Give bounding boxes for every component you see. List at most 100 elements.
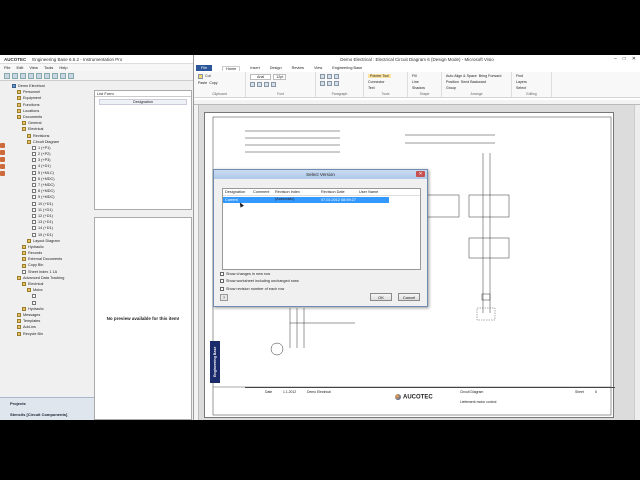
tab-engineering-base[interactable]: Engineering Base xyxy=(332,66,362,70)
group-button[interactable]: Group xyxy=(446,86,456,90)
position-button[interactable]: Position xyxy=(446,80,459,84)
properties-icon[interactable] xyxy=(60,72,66,79)
document-icon xyxy=(32,300,36,305)
designation-column-header[interactable]: Designation xyxy=(99,99,187,105)
underline-icon[interactable] xyxy=(264,82,269,87)
paste-button[interactable]: Paste xyxy=(198,81,207,85)
row-comment xyxy=(251,197,273,203)
clipboard-group-label: Clipboard xyxy=(212,92,227,96)
copy-icon[interactable] xyxy=(36,72,42,79)
close-icon[interactable]: ✕ xyxy=(632,56,636,62)
document-icon xyxy=(32,152,36,157)
dialog-close-icon[interactable]: ✕ xyxy=(416,171,425,177)
refresh-icon[interactable] xyxy=(68,72,74,79)
doc-type: Circuit Diagram xyxy=(460,390,484,394)
fill-button[interactable]: Fill xyxy=(412,74,417,78)
new-icon[interactable] xyxy=(4,72,10,79)
menu-tools[interactable]: Tools xyxy=(44,65,53,70)
table-row[interactable]: Current Version 07.02.2012 08:59:27 xyxy=(223,197,389,208)
eb-window-title: Engineering Base 6.5.2 - Instrumentation… xyxy=(32,56,123,62)
find-button[interactable]: Find xyxy=(516,74,523,78)
tab-file[interactable]: File xyxy=(196,65,213,71)
paragraph-group-label: Paragraph xyxy=(331,92,348,96)
folder-icon xyxy=(17,90,21,95)
cancel-button[interactable]: Cancel xyxy=(398,293,420,301)
vertical-scrollbar[interactable] xyxy=(634,105,640,420)
row-user xyxy=(359,197,389,203)
checkbox[interactable] xyxy=(220,271,224,276)
menu-help[interactable]: Help xyxy=(59,65,67,70)
horizontal-ruler xyxy=(194,100,640,105)
folder-icon xyxy=(27,288,31,293)
italic-icon[interactable] xyxy=(257,82,262,87)
document-icon xyxy=(22,269,26,274)
document-icon xyxy=(32,214,36,219)
checkbox[interactable] xyxy=(220,286,224,291)
layers-button[interactable]: Layers xyxy=(516,80,527,84)
menu-file[interactable]: File xyxy=(4,65,10,70)
maximize-icon[interactable]: □ xyxy=(623,56,626,62)
auto-align-button[interactable]: Auto Align & Space xyxy=(446,74,477,78)
tab-design[interactable]: Design xyxy=(270,66,282,70)
align-left-icon[interactable] xyxy=(320,81,325,86)
font-size-select[interactable]: 12pt xyxy=(273,74,287,80)
delete-icon[interactable] xyxy=(52,72,58,79)
visio-title-bar: Demo Electrical : Electrical Circuit Dia… xyxy=(194,55,640,64)
connector-button[interactable]: Connector xyxy=(368,80,385,84)
shadow-button[interactable]: Shadow xyxy=(412,86,425,90)
align-middle-icon[interactable] xyxy=(327,74,332,79)
folder-icon xyxy=(17,96,21,101)
copy-button[interactable]: Copy xyxy=(209,81,217,85)
option-show-changes[interactable]: Show changes in new row xyxy=(220,270,299,278)
pointer-tool-button[interactable]: Pointer Tool xyxy=(368,74,391,78)
help-button[interactable]: ? xyxy=(220,294,228,301)
tab-view[interactable]: View xyxy=(314,66,322,70)
folder-icon xyxy=(27,133,31,138)
folder-icon xyxy=(17,108,21,113)
open-icon[interactable] xyxy=(12,72,18,79)
tab-review[interactable]: Review xyxy=(292,66,304,70)
document-icon xyxy=(32,207,36,212)
list-form-panel: List Form Designation xyxy=(94,90,192,210)
font-color-icon[interactable] xyxy=(271,82,276,87)
tab-home[interactable]: Home xyxy=(222,65,241,71)
paste-icon[interactable] xyxy=(198,74,203,79)
engineering-base-vertical-label: Engineering Base xyxy=(210,341,220,383)
folder-icon xyxy=(17,115,21,120)
checkbox[interactable] xyxy=(220,279,224,284)
align-top-icon[interactable] xyxy=(320,74,325,79)
save-icon[interactable] xyxy=(20,72,26,79)
document-icon xyxy=(32,183,36,188)
col-user-name[interactable]: User Name xyxy=(357,189,387,195)
option-show-unchanged[interactable]: Show worksheet including unchanged rows xyxy=(220,278,299,286)
option-show-revision-number[interactable]: Show revision number of each row xyxy=(220,285,299,293)
stencils-tab[interactable]: Stencils [Circuit Components] xyxy=(0,409,94,420)
align-right-icon[interactable] xyxy=(334,81,339,86)
col-revision-date[interactable]: Revision Date xyxy=(319,189,357,195)
col-designation[interactable]: Designation xyxy=(223,189,251,195)
tree-item[interactable]: Recycle Bin xyxy=(2,331,92,337)
paste-icon[interactable] xyxy=(44,72,50,79)
col-comment[interactable]: Comment xyxy=(251,189,273,195)
cut-icon[interactable] xyxy=(28,72,34,79)
projects-tab[interactable]: Projects xyxy=(0,398,94,409)
col-revision-index[interactable]: Revision Index (Automatic) xyxy=(273,189,319,201)
align-center-icon[interactable] xyxy=(327,81,332,86)
ribbon-group-clipboard: Cut Paste Copy Clipboard xyxy=(194,72,246,97)
font-group-label: Font xyxy=(277,92,284,96)
text-tool-button[interactable]: Text xyxy=(368,86,375,90)
ok-button[interactable]: OK xyxy=(370,293,392,301)
menu-edit[interactable]: Edit xyxy=(16,65,23,70)
font-select[interactable]: Arial xyxy=(250,74,272,80)
tab-insert[interactable]: Insert xyxy=(250,66,260,70)
bring-forward-button[interactable]: Bring Forward xyxy=(479,74,502,78)
menu-view[interactable]: View xyxy=(29,65,38,70)
align-bottom-icon[interactable] xyxy=(334,74,339,79)
cut-button[interactable]: Cut xyxy=(205,74,211,79)
minimize-icon[interactable]: – xyxy=(614,56,617,62)
select-button[interactable]: Select xyxy=(516,86,526,90)
eb-title-bar: AUCOTEC Engineering Base 6.5.2 - Instrum… xyxy=(0,55,193,64)
send-backward-button[interactable]: Send Backward xyxy=(461,80,486,84)
line-button[interactable]: Line xyxy=(412,80,419,84)
bold-icon[interactable] xyxy=(250,82,255,87)
